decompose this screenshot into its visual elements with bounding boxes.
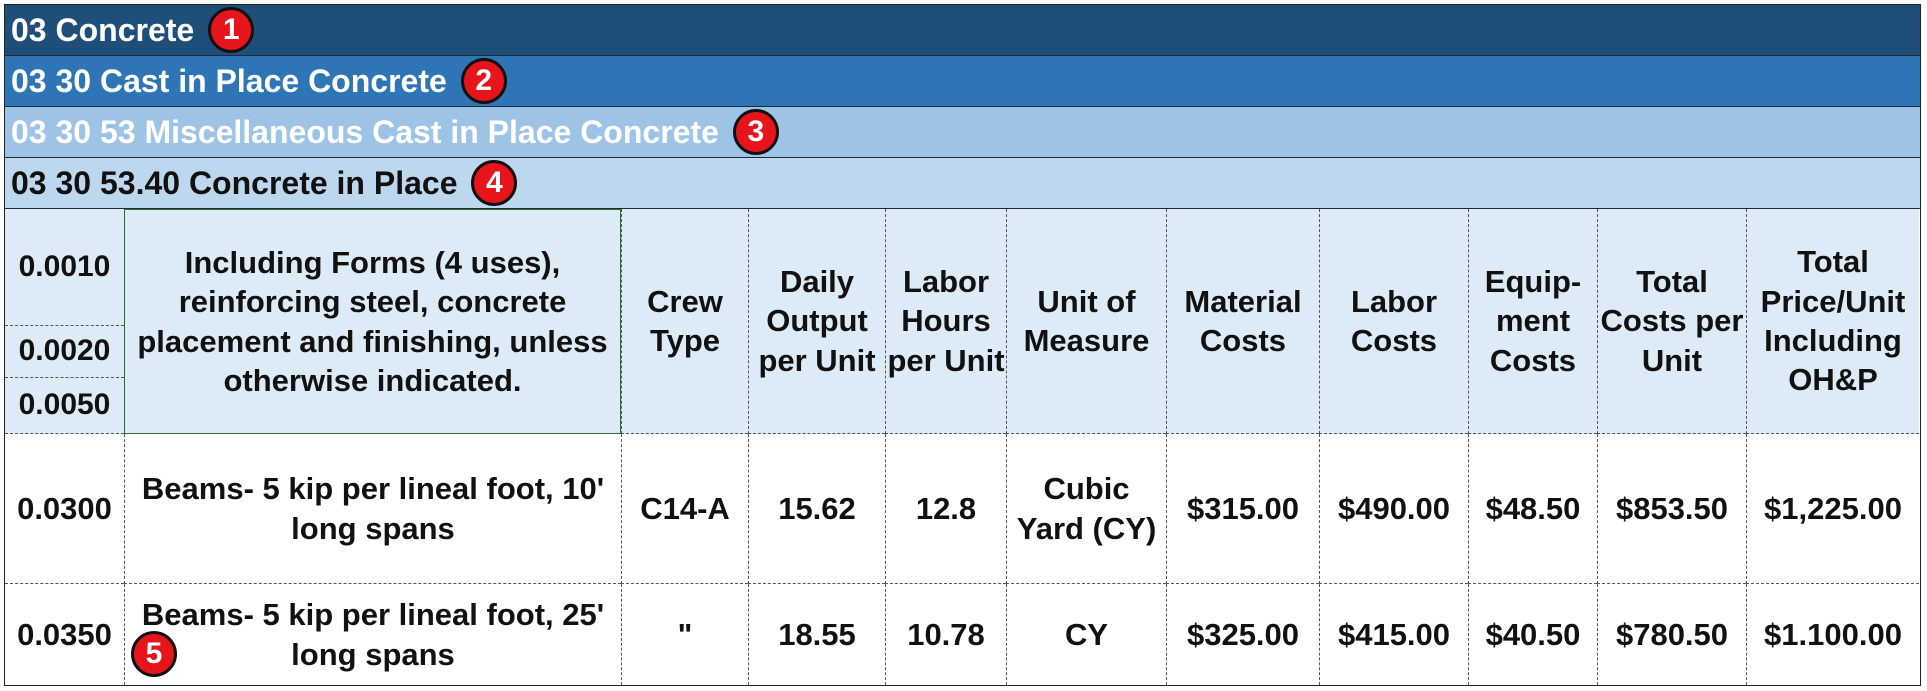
row1-hours: 12.8 <box>885 434 1006 584</box>
row2-equipment: $40.50 <box>1468 584 1597 685</box>
item-group-header: 03 30 53.40 Concrete in Place 4 <box>5 158 1920 209</box>
row1-code: 0.0300 <box>5 434 124 584</box>
row2-labor: $415.00 <box>1319 584 1468 685</box>
subsection-title: 03 30 53 Miscellaneous Cast in Place Con… <box>11 113 719 150</box>
section-header: 03 30 Cast in Place Concrete 2 <box>5 56 1920 107</box>
row2-output: 18.55 <box>748 584 885 685</box>
row2-crew: " <box>621 584 748 685</box>
header-total-price-ohp: Total Price/Unit Including OH&P <box>1746 209 1919 434</box>
division-title: 03 Concrete <box>11 11 195 48</box>
callout-badge-5: 5 <box>131 631 177 677</box>
row2-total: $780.50 <box>1597 584 1746 685</box>
section-title: 03 30 Cast in Place Concrete <box>11 62 447 99</box>
header-crew-type: Crew Type <box>621 209 748 434</box>
callout-badge-2: 2 <box>460 58 507 104</box>
row1-unit: Cubic Yard (CY) <box>1006 434 1166 584</box>
row2-total-op: $1.100.00 <box>1746 584 1919 685</box>
callout-badge-4: 4 <box>471 160 518 206</box>
callout-badge-1: 1 <box>208 7 255 53</box>
subsection-header: 03 30 53 Miscellaneous Cast in Place Con… <box>5 107 1920 158</box>
header-code-0050: 0.0050 <box>5 378 124 434</box>
row2-material: $325.00 <box>1166 584 1319 685</box>
row1-description: Beams- 5 kip per lineal foot, 10' long s… <box>124 434 621 584</box>
row1-material: $315.00 <box>1166 434 1319 584</box>
header-code-0010: 0.0010 <box>5 209 124 326</box>
header-material-costs: Material Costs <box>1166 209 1319 434</box>
row2-description: Beams- 5 kip per lineal foot, 25' long s… <box>124 584 621 685</box>
row2-unit: CY <box>1006 584 1166 685</box>
item-group-title: 03 30 53.40 Concrete in Place <box>11 164 458 201</box>
header-labor-hours: Labor Hours per Unit <box>885 209 1006 434</box>
row1-labor: $490.00 <box>1319 434 1468 584</box>
row1-equipment: $48.50 <box>1468 434 1597 584</box>
header-code-0020: 0.0020 <box>5 326 124 378</box>
row1-total-op: $1,225.00 <box>1746 434 1919 584</box>
header-unit-of-measure: Unit of Measure <box>1006 209 1166 434</box>
row1-total: $853.50 <box>1597 434 1746 584</box>
row1-crew: C14-A <box>621 434 748 584</box>
header-total-costs: Total Costs per Unit <box>1597 209 1746 434</box>
header-labor-costs: Labor Costs <box>1319 209 1468 434</box>
row2-code: 0.0350 <box>17 616 112 652</box>
header-description: Including Forms (4 uses), reinforcing st… <box>124 209 621 434</box>
header-daily-output: Daily Output per Unit <box>748 209 885 434</box>
row2-hours: 10.78 <box>885 584 1006 685</box>
header-equipment-costs: Equip-ment Costs <box>1468 209 1597 434</box>
callout-badge-3: 3 <box>732 109 779 155</box>
cost-table: 03 Concrete 1 03 30 Cast in Place Concre… <box>4 4 1921 686</box>
line-item-grid: 0.0010 0.0020 0.0050 Including Forms (4 … <box>5 209 1920 685</box>
division-header: 03 Concrete 1 <box>5 5 1920 56</box>
row1-output: 15.62 <box>748 434 885 584</box>
